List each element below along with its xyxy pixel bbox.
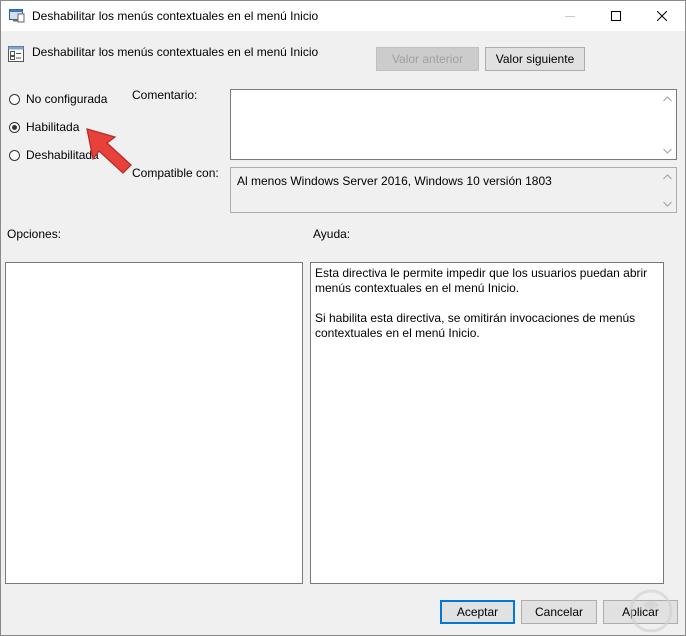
cancel-button[interactable]: Cancelar (521, 600, 597, 624)
help-paragraph: Esta directiva le permite impedir que lo… (315, 266, 648, 295)
policy-dialog-window: Deshabilitar los menús contextuales en e… (0, 0, 686, 636)
supported-on-textbox[interactable]: Al menos Windows Server 2016, Windows 10… (230, 167, 677, 213)
radio-circle[interactable] (9, 93, 20, 105)
help-paragraph: Si habilita esta directiva, se omitirán … (315, 311, 636, 340)
policy-window-icon (9, 9, 25, 23)
next-setting-button[interactable]: Valor siguiente (485, 47, 585, 71)
radio-not-configured[interactable]: No configurada (9, 91, 107, 107)
close-button[interactable] (639, 1, 685, 31)
comment-label: Comentario: (132, 88, 198, 102)
help-label: Ayuda: (313, 227, 351, 241)
supported-scrollbar[interactable] (659, 168, 676, 212)
radio-label: No configurada (26, 92, 108, 106)
supported-on-label: Compatible con: (132, 166, 219, 180)
policy-name-heading: Deshabilitar los menús contextuales en e… (32, 45, 319, 59)
minimize-icon (565, 16, 575, 17)
scroll-down-icon[interactable] (659, 142, 676, 159)
radio-label: Habilitada (26, 120, 80, 134)
watermark-logo (629, 589, 673, 633)
title-bar[interactable]: Deshabilitar los menús contextuales en e… (1, 1, 685, 31)
minimize-button[interactable] (547, 1, 593, 31)
close-icon (657, 11, 667, 21)
radio-circle[interactable] (9, 149, 20, 161)
scroll-down-icon[interactable] (659, 195, 676, 212)
window-title: Deshabilitar los menús contextuales en e… (32, 9, 319, 23)
scroll-up-icon[interactable] (659, 90, 676, 107)
radio-enabled[interactable]: Habilitada (9, 119, 79, 135)
help-panel: Esta directiva le permite impedir que lo… (310, 262, 664, 584)
comment-textbox[interactable] (230, 89, 677, 160)
maximize-icon (611, 11, 621, 21)
annotation-arrow-icon (86, 128, 132, 174)
help-text: Esta directiva le permite impedir que lo… (315, 266, 659, 356)
scroll-up-icon[interactable] (659, 168, 676, 185)
maximize-button[interactable] (593, 1, 639, 31)
previous-setting-button[interactable]: Valor anterior (376, 47, 479, 71)
policy-setting-icon (8, 46, 24, 62)
options-panel (5, 262, 303, 584)
options-label: Opciones: (7, 227, 62, 241)
radio-circle-selected[interactable] (9, 121, 20, 133)
comment-scrollbar[interactable] (659, 90, 676, 159)
supported-on-value: Al menos Windows Server 2016, Windows 10… (237, 174, 552, 188)
ok-button[interactable]: Aceptar (440, 600, 515, 624)
